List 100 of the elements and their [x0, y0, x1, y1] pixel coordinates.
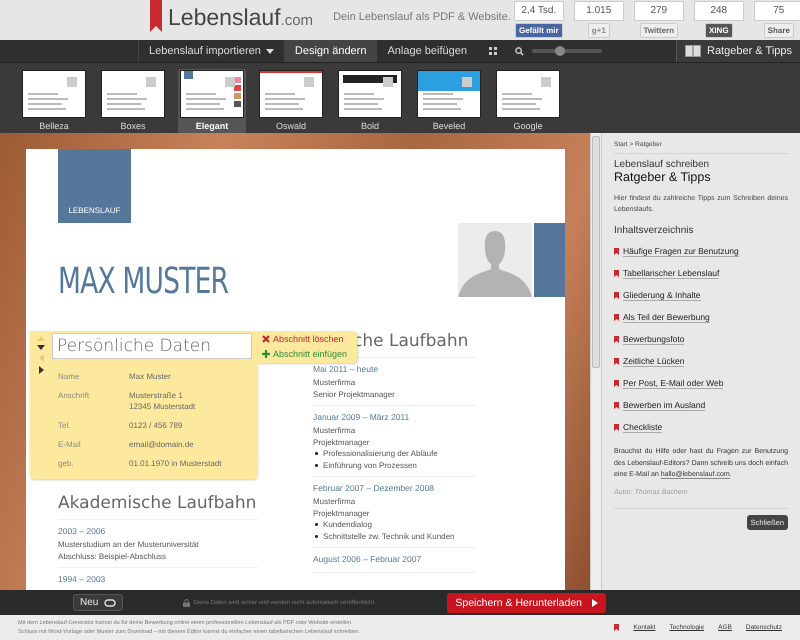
entry-text: Musterfirma: [313, 425, 356, 436]
bookmark-icon: [614, 270, 619, 276]
entry-date: Januar 2009 – März 2011: [313, 412, 410, 422]
template-option[interactable]: Belleza: [20, 69, 88, 133]
share-button[interactable]: XING: [705, 23, 733, 38]
entry-text: Projektmanager: [313, 436, 370, 448]
share-button[interactable]: Twittern: [640, 23, 678, 38]
template-thumbnail: [180, 70, 244, 118]
book-icon: [685, 45, 701, 57]
template-option[interactable]: Google: [494, 69, 562, 133]
move-down-arrow-icon[interactable]: [37, 345, 45, 350]
section-title-field[interactable]: Persönliche Daten: [52, 333, 252, 359]
toc-link[interactable]: Als Teil der Bewerbung: [623, 312, 710, 322]
toc-link[interactable]: Bewerbungsfoto: [623, 334, 684, 344]
template-thumbnail: [259, 70, 323, 118]
bullet-icon: [315, 464, 318, 467]
toc-link[interactable]: Bewerben im Ausland: [623, 400, 706, 410]
field-label: Tel.: [57, 420, 72, 431]
template-name: Google: [513, 121, 543, 131]
entry-bullet: Schnittstelle zw. Technik und Kunden: [323, 530, 454, 542]
template-option[interactable]: Elegant: [178, 69, 246, 133]
section-action-link[interactable]: Abschnitt löschen: [262, 334, 348, 344]
share-count: 248: [694, 1, 744, 21]
toolbar-tab[interactable]: Design ändern: [284, 40, 376, 62]
new-button[interactable]: Neu: [73, 594, 124, 611]
template-option[interactable]: Oswald: [257, 69, 325, 133]
template-name: Bold: [360, 121, 379, 131]
play-arrow-icon: [592, 598, 598, 606]
entry-date: Februar 2007 – Dezember 2008: [313, 483, 435, 493]
template-name: Boxes: [120, 121, 146, 131]
field-label: Anschrift: [57, 390, 90, 402]
bookmark-icon: [614, 292, 619, 298]
template-option[interactable]: Beveled: [415, 69, 483, 133]
scrollbar[interactable]: [590, 133, 601, 590]
template-option[interactable]: Bold: [336, 69, 404, 133]
toc-link[interactable]: Per Post, E-Mail oder Web: [623, 378, 724, 388]
grid-icon[interactable]: [488, 47, 497, 55]
sidebar-title: Ratgeber & Tipps: [614, 170, 712, 184]
field-value: email@domain.de: [129, 439, 194, 450]
slider-thumb[interactable]: [554, 46, 565, 56]
entry-text: Projektmanager: [313, 508, 370, 519]
template-thumbnail: [22, 70, 86, 118]
template-thumbnail: [338, 70, 402, 118]
entry-text: Musterstudium an der Musteruniversität: [58, 539, 200, 550]
share-count: 75: [754, 1, 800, 21]
share-count: 2,4 Tsd.: [514, 1, 564, 21]
entry-text: Senior Projektmanager: [313, 388, 396, 400]
share-count: 279: [634, 1, 684, 21]
toc-link[interactable]: Gliederung & Inhalte: [623, 290, 700, 300]
share-button[interactable]: Gefällt mir: [514, 23, 563, 38]
template-thumbnail: [496, 70, 560, 118]
entry-text: Abschluss: Beispiel-Abschluss: [58, 550, 168, 562]
bookmark-icon: [614, 624, 620, 631]
template-name: Elegant: [196, 121, 228, 131]
bullet-icon: [315, 523, 318, 526]
site-logo[interactable]: Lebenslauf.com: [168, 4, 314, 30]
field-value: Musterstraße 1 12345 Musterstadt: [129, 390, 196, 412]
zoom-slider[interactable]: [532, 49, 602, 53]
toc-heading: Inhaltsverzeichnis: [614, 225, 694, 236]
template-name: Belleza: [39, 121, 69, 131]
person-silhouette-icon: [458, 223, 532, 297]
template-thumbnail: [417, 70, 481, 118]
field-label: Name: [57, 371, 80, 382]
toolbar-tab[interactable]: Anlage beifügen: [376, 40, 477, 62]
toc-link[interactable]: Zeitliche Lücken: [623, 356, 684, 366]
section-action-link[interactable]: Abschnitt einfügen: [262, 349, 348, 359]
entry-bullet: Einführung von Prozessen: [323, 460, 417, 471]
bullet-icon: [315, 452, 318, 456]
entry-text: Musterfirma: [313, 377, 356, 388]
section-heading: Akademische Laufbahn: [58, 493, 258, 520]
entry-date: 1994 – 2003: [58, 574, 106, 584]
toc-link[interactable]: Checkliste: [623, 422, 662, 432]
bookmark-icon: [614, 314, 619, 320]
share-count: 1.015: [574, 1, 624, 21]
sidebar-subtitle: Lebenslauf schreiben: [614, 159, 710, 170]
template-thumbnail: [101, 70, 165, 118]
bookmark-icon: [614, 248, 619, 254]
guide-button[interactable]: Ratgeber & Tipps: [676, 40, 800, 62]
bookmark-icon: [614, 402, 619, 408]
share-button[interactable]: Share: [764, 23, 794, 38]
zoom-icon: [514, 46, 524, 56]
toc-link[interactable]: Tabellarischer Lebenslauf: [623, 268, 720, 278]
entry-text: Musterfirma: [313, 496, 356, 508]
bookmark-icon: [614, 358, 619, 364]
entry-bullet: Kundendialog: [323, 519, 372, 530]
plus-icon: [262, 350, 270, 358]
save-download-button[interactable]: Speichern & Herunterladen: [447, 592, 606, 612]
bookmark-ribbon-icon: [150, 0, 162, 32]
cross-icon: [262, 335, 270, 343]
lock-icon: [183, 598, 190, 606]
move-right-arrow-icon[interactable]: [38, 366, 44, 374]
bullet-icon: [315, 534, 318, 538]
field-label: E-Mail: [57, 439, 82, 450]
template-option[interactable]: Boxes: [99, 69, 167, 133]
toc-link[interactable]: Häufige Fragen zur Benutzung: [623, 246, 739, 256]
entry-date: Mai 2011 – heute: [313, 364, 380, 374]
caret-icon: [266, 48, 274, 54]
entry-bullet: Professionalisierung der Abläufe: [323, 448, 438, 460]
bookmark-icon: [614, 424, 619, 430]
site-tagline: Dein Lebenslauf als PDF & Website.: [333, 11, 511, 23]
